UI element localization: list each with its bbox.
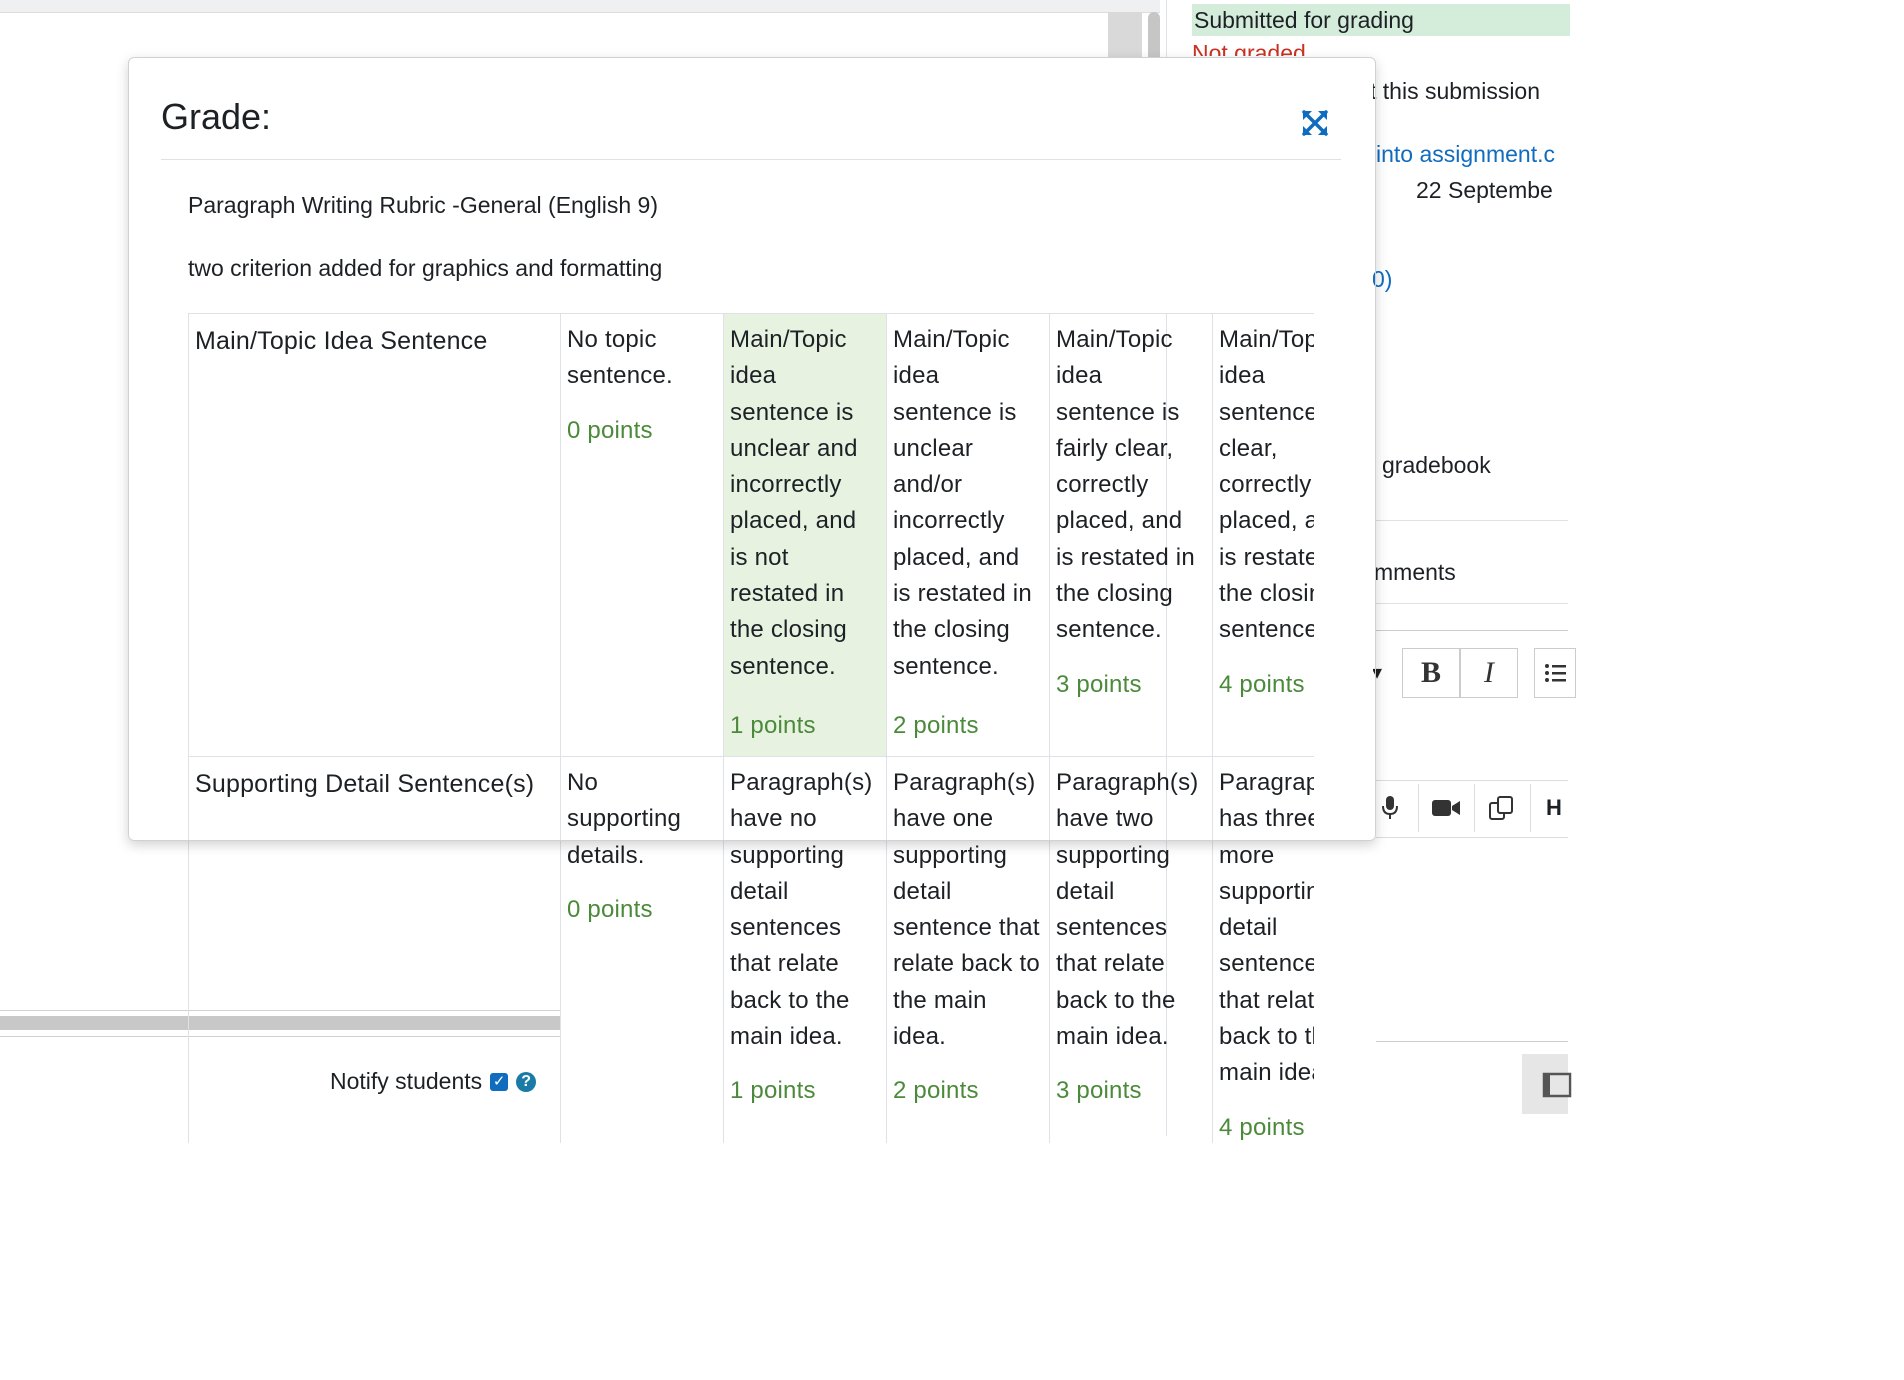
rubric-level[interactable]: Paragraph(s) has three or more supportin… bbox=[1212, 756, 1314, 1143]
rubric-level[interactable]: Paragraph(s) have two supporting detail … bbox=[1049, 756, 1213, 1143]
level-points: 3 points bbox=[1056, 1077, 1142, 1105]
level-points: 4 points bbox=[1219, 670, 1305, 698]
lock-submission-text: t this submission bbox=[1370, 78, 1541, 104]
feedback-comments-label: mments bbox=[1374, 559, 1456, 585]
level-points: 2 points bbox=[893, 711, 979, 739]
level-points: 3 points bbox=[1056, 670, 1142, 698]
modal-body-left bbox=[129, 313, 188, 838]
assignment-link[interactable]: into assignment.c bbox=[1376, 141, 1555, 168]
level-description: Paragraph(s) have one supporting detail … bbox=[893, 769, 1040, 1051]
level-description: Paragraph(s) has three or more supportin… bbox=[1219, 769, 1314, 1087]
copy-icon[interactable] bbox=[1474, 784, 1531, 832]
page-top-bar bbox=[0, 0, 1160, 13]
criterion-row: Main/Topic Idea Sentence No topic senten… bbox=[188, 313, 1314, 757]
level-description: Main/Topic idea sentence is fairly clear… bbox=[1056, 326, 1195, 644]
level-points: 4 points bbox=[1219, 1113, 1305, 1141]
rubric-level[interactable]: No topic sentence. 0 points bbox=[560, 313, 724, 757]
level-points: 2 points bbox=[893, 1077, 979, 1105]
video-icon[interactable] bbox=[1418, 784, 1475, 832]
level-points: 1 points bbox=[730, 711, 816, 739]
level-description: Paragraph(s) have no supporting detail s… bbox=[730, 769, 873, 1051]
submission-status: Submitted for grading bbox=[1192, 4, 1570, 36]
level-points: 0 points bbox=[567, 895, 653, 923]
modal-title: Grade: bbox=[161, 96, 272, 137]
rubric-name: Paragraph Writing Rubric -General (Engli… bbox=[188, 192, 658, 218]
grading-status: Not graded bbox=[1192, 40, 1306, 56]
level-description: No supporting details. bbox=[567, 769, 682, 869]
rubric-level[interactable]: Main/Topic idea sentence is unclear and/… bbox=[886, 313, 1050, 757]
list-icon bbox=[1545, 664, 1566, 682]
bold-button[interactable]: B bbox=[1402, 648, 1460, 698]
level-description: Main/Topic idea sentence is unclear and … bbox=[730, 326, 858, 680]
panel-toggle-button[interactable] bbox=[1522, 1054, 1572, 1114]
level-description: Main/Topic idea sentence is unclear and/… bbox=[893, 326, 1032, 680]
level-description: No topic sentence. bbox=[567, 326, 673, 390]
list-button[interactable] bbox=[1534, 648, 1576, 698]
level-points: 1 points bbox=[730, 1077, 816, 1105]
rubric-description: two criterion added for graphics and for… bbox=[188, 255, 663, 281]
divider bbox=[1376, 520, 1568, 521]
rubric-level[interactable]: Paragraph(s) have no supporting detail s… bbox=[723, 756, 887, 1143]
rubric-level[interactable]: Main/Topic idea sentence is clear, corre… bbox=[1212, 313, 1314, 757]
modal-body-right bbox=[1314, 313, 1373, 838]
rubric-level-selected[interactable]: Main/Topic idea sentence is unclear and … bbox=[723, 313, 887, 757]
level-points: 0 points bbox=[567, 416, 653, 444]
criterion-name: Main/Topic Idea Sentence bbox=[188, 313, 561, 757]
level-description: Main/Topic idea sentence is clear, corre… bbox=[1219, 326, 1314, 644]
criterion-row: Supporting Detail Sentence(s) No support… bbox=[188, 756, 1314, 1143]
rubric-level[interactable]: Main/Topic idea sentence is fairly clear… bbox=[1049, 313, 1213, 757]
divider bbox=[1376, 603, 1568, 604]
modal-divider bbox=[161, 159, 1341, 160]
h5p-icon[interactable]: H bbox=[1546, 795, 1562, 821]
rubric-level[interactable]: Paragraph(s) have one supporting detail … bbox=[886, 756, 1050, 1143]
files-link[interactable]: 0) bbox=[1372, 266, 1392, 293]
italic-button[interactable]: I bbox=[1460, 648, 1518, 698]
expand-icon[interactable] bbox=[1300, 108, 1330, 138]
rubric-level[interactable]: No supporting details. 0 points bbox=[560, 756, 724, 1143]
level-description: Paragraph(s) have two supporting detail … bbox=[1056, 769, 1199, 1051]
dropdown-arrow-icon[interactable]: ▾ bbox=[1372, 660, 1382, 685]
rubric-grid: Main/Topic Idea Sentence No topic senten… bbox=[188, 313, 1314, 1143]
criterion-name: Supporting Detail Sentence(s) bbox=[188, 756, 561, 1143]
gradebook-text: gradebook bbox=[1382, 452, 1491, 478]
due-date-text: 22 Septembe bbox=[1416, 177, 1553, 203]
